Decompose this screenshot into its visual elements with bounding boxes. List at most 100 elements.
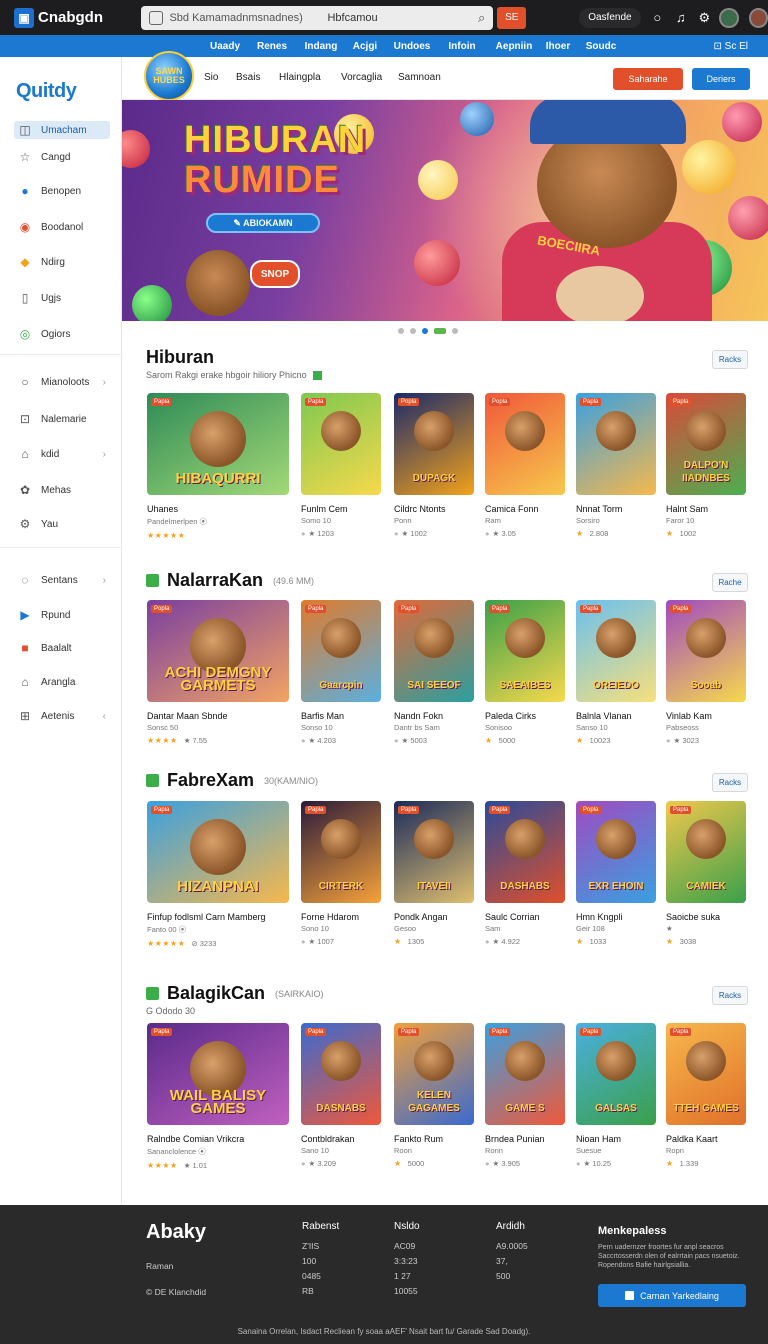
header-link[interactable]: Samnoan [398,72,441,83]
game-thumbnail[interactable]: Popla ACHI DEMGNY GARMETS [147,600,289,702]
search-query[interactable]: Hbfcamou [327,12,478,24]
sidebar-item[interactable]: ● Benopen [14,182,110,200]
sidebar-item[interactable]: ▯ Ugjs [14,289,110,307]
game-thumbnail[interactable]: Papla [576,393,656,495]
nav-item[interactable]: Undoes [390,41,434,52]
game-card[interactable]: Papla DASHABS Saulc Corrian Sam ● ★ 4.922 [485,801,565,946]
game-card[interactable]: Papla SAEAIBES Paleda Cirks Sonisoo ★ 5000 [485,600,565,745]
carousel-dot[interactable] [398,328,404,334]
nav-item[interactable]: Indang [300,41,342,52]
game-thumbnail[interactable]: Papla HIZANPNAI [147,801,289,903]
carousel-dot[interactable] [410,328,416,334]
game-thumbnail[interactable]: Popla DUPAGK [394,393,474,495]
game-title[interactable]: Contbldrakan [301,1134,381,1144]
game-card[interactable]: Papla WAIL BALISY GAMES Ralndbe Comian Vri… [147,1023,289,1170]
footer-link[interactable]: Z'IIS [302,1239,321,1254]
game-title[interactable]: Uhanes [147,504,289,514]
site-badge-logo[interactable]: SAWN HUBES [144,51,194,101]
game-title[interactable]: Hmn Kngpli [576,912,656,922]
sidebar-item[interactable]: ⌂ Arangla [14,673,110,691]
carousel-dot[interactable] [452,328,458,334]
header-link[interactable]: Sio [204,72,218,83]
game-thumbnail[interactable]: Popla [485,393,565,495]
game-card[interactable]: Papla SAI SEEOF Nandn Fokn Dantr bs Sam ● ★ 5… [394,600,474,745]
game-thumbnail[interactable]: Papla SAI SEEOF [394,600,474,702]
game-thumbnail[interactable]: Papla WAIL BALISY GAMES [147,1023,289,1125]
section-more-button[interactable]: Racks [712,773,748,792]
game-title[interactable]: Finfup fodlsml Carn Mamberg [147,912,289,922]
game-thumbnail[interactable]: Papla GALSAS [576,1023,656,1125]
avatar[interactable] [719,7,739,28]
carousel-dot[interactable] [422,328,428,334]
game-title[interactable]: Paldka Kaart [666,1134,746,1144]
game-card[interactable]: Papla Sooab Vinlab Kam Pabseoss ● ★ 3023 [666,600,746,745]
footer-link[interactable]: 1 27 [394,1269,418,1284]
game-card[interactable]: Papla CAMIEK Saoicbe suka ★ ★ 3038 [666,801,746,946]
game-title[interactable]: Nandn Fokn [394,711,474,721]
header-link[interactable]: Bsais [236,72,260,83]
game-thumbnail[interactable]: Papla TTEH GAMES [666,1023,746,1125]
footer-link[interactable]: RB [302,1284,321,1299]
hero-speech-bubble[interactable]: SNOP [250,260,300,288]
game-thumbnail[interactable]: Popla EXR EHOIN [576,801,656,903]
sidebar-item[interactable]: ⊡ Nalemarie [14,410,110,428]
search-bar[interactable]: Sbd Kamamadnmsnadnes) Hbfcamou ⌕ [141,5,494,30]
game-title[interactable]: Funlm Cem [301,504,381,514]
game-thumbnail[interactable]: Papla ITAVEII [394,801,474,903]
game-thumbnail[interactable]: Papla DALPO'N IIADNBES [666,393,746,495]
game-thumbnail[interactable]: Papla DASNABS [301,1023,381,1125]
sidebar-item[interactable]: ▶ Rpund [14,606,110,624]
newsletter-button[interactable]: Carnan Yarkedlaing [598,1284,746,1307]
game-card[interactable]: Papla HIZANPNAI Finfup fodlsml Carn Mamber… [147,801,289,948]
hero-cta-button[interactable]: ✎ ABIOKAMN [206,213,320,233]
game-title[interactable]: Barfis Man [301,711,381,721]
game-thumbnail[interactable]: Papla DASHABS [485,801,565,903]
game-thumbnail[interactable]: Papla HIBAQURRI [147,393,289,495]
header-link[interactable]: Vorcaglia [341,72,382,83]
game-title[interactable]: Fankto Rum [394,1134,474,1144]
sidebar-item[interactable]: ⌂ kdid › [14,445,110,463]
header-link[interactable]: Hlaingpla [279,72,321,83]
footer-link[interactable]: 37, [496,1254,528,1269]
footer-link[interactable]: A9.0005 [496,1239,528,1254]
sidebar-item[interactable]: ◆ Ndirg [14,253,110,271]
game-thumbnail[interactable]: Papla CAMIEK [666,801,746,903]
game-title[interactable]: Ralndbe Comian Vrikcra [147,1134,289,1144]
game-card[interactable]: Papla Funlm Cem Somo 10 ● ★ 1203 [301,393,381,538]
nav-item[interactable]: Infoin [442,41,482,52]
carousel-dot-active[interactable] [434,328,446,334]
footer-link[interactable]: 3:3:23 [394,1254,418,1269]
game-thumbnail[interactable]: Papla Sooab [666,600,746,702]
game-card[interactable]: Papla DASNABS Contbldrakan Sano 10 ● ★ 3.209 [301,1023,381,1168]
info-icon[interactable]: ○ [651,10,665,25]
game-card[interactable]: Papla CIRTERK Forne Hdarom Sono 10 ● ★ 1007 [301,801,381,946]
sidebar-item[interactable]: ◎ Ogiors [14,325,110,343]
footer-brand[interactable]: Abaky [146,1221,206,1244]
sidebar-item[interactable]: ■ Baalalt [14,639,110,657]
game-card[interactable]: Papla GALSAS Nioan Ham Suesue ● ★ 10.25 [576,1023,656,1168]
primary-button[interactable]: Saharahe [613,68,683,90]
section-more-button[interactable]: Rache [712,573,748,592]
game-card[interactable]: Papla KELEN GAGAMES Fankto Rum Roon ★ 5000 [394,1023,474,1168]
footer-link[interactable]: AC09 [394,1239,418,1254]
nav-item[interactable]: Acjgi [346,41,384,52]
nav-extra[interactable]: ⊡ Sc El [714,41,749,52]
game-title[interactable]: Pondk Angan [394,912,474,922]
game-thumbnail[interactable]: Papla [301,393,381,495]
game-title[interactable]: Halnt Sam [666,504,746,514]
game-card[interactable]: Papla GAME S Brndea Punian Ronn ● ★ 3.905 [485,1023,565,1168]
language-button[interactable]: SE [497,6,527,29]
game-card[interactable]: Papla Gaarcpin Barfis Man Sonso 10 ● ★ 4.203 [301,600,381,745]
game-title[interactable]: Vinlab Kam [666,711,746,721]
sidebar-item[interactable]: ✿ Mehas [14,481,110,499]
hero-banner[interactable]: HIBURAN RUMIDE ✎ ABIOKAMN SNOP [122,100,768,321]
sidebar-item[interactable]: ○ Mianoloots › [14,373,110,391]
game-thumbnail[interactable]: Papla CIRTERK [301,801,381,903]
sidebar-item[interactable]: ◉ Boodanol [14,218,110,236]
footer-link[interactable]: 500 [496,1269,528,1284]
nav-item[interactable]: Soudc [584,41,618,52]
nav-item[interactable]: Aepniin [492,41,536,52]
game-card[interactable]: Papla HIBAQURRI Uhanes Pandelmerlpen ⦿ ★★★★★ [147,393,289,540]
game-card[interactable]: Popla ACHI DEMGNY GARMETS Dantar Maan Sbnd… [147,600,289,745]
gear-icon[interactable]: ⚙ [698,10,712,26]
